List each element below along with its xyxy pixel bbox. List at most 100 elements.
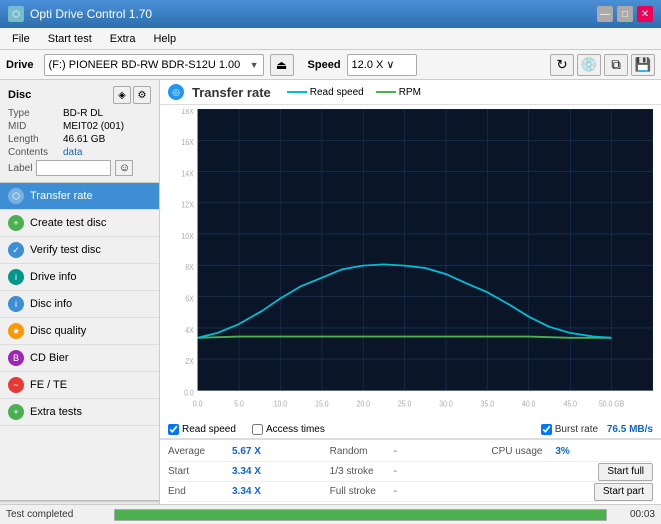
nav-menu: ⬡ Transfer rate + Create test disc ✓ Ver… (0, 183, 159, 500)
start-full-button[interactable]: Start full (598, 463, 653, 481)
disc-label-icon-btn[interactable]: ☺ (115, 160, 133, 176)
checkbox-read-speed[interactable]: Read speed (168, 424, 236, 435)
nav-label-cd-bier: CD Bier (30, 352, 69, 364)
stats-row-end: End 3.34 X Full stroke - Start part (168, 482, 653, 502)
nav-item-drive-info[interactable]: i Drive info (0, 264, 159, 291)
toolbar-disc-button[interactable]: 💿 (577, 54, 601, 76)
progress-time: 00:03 (615, 509, 655, 520)
nav-item-transfer-rate[interactable]: ⬡ Transfer rate (0, 183, 159, 210)
menu-start-test[interactable]: Start test (40, 31, 100, 47)
menu-extra[interactable]: Extra (102, 31, 144, 47)
main-layout: Disc ◈ ⚙ Type BD-R DL MID MEIT02 (001) L… (0, 80, 661, 524)
nav-item-create-test-disc[interactable]: + Create test disc (0, 210, 159, 237)
progress-bar-fill (115, 510, 606, 520)
stat-start-part-item: Start part (491, 483, 653, 501)
eject-button[interactable]: ⏏ (270, 54, 294, 76)
disc-type-value: BD-R DL (63, 108, 103, 119)
disc-type-row: Type BD-R DL (8, 108, 151, 119)
minimize-button[interactable]: — (597, 6, 613, 22)
checkbox-access-times-label: Access times (266, 424, 325, 435)
progress-bar-container (114, 509, 607, 521)
disc-label-input[interactable] (36, 160, 111, 176)
nav-icon-cd-bier: B (8, 350, 24, 366)
nav-label-verify-test-disc: Verify test disc (30, 244, 101, 256)
x-label-0: 0.0 (193, 399, 203, 409)
disc-icon-btn-2[interactable]: ⚙ (133, 86, 151, 104)
nav-item-disc-info[interactable]: i Disc info (0, 291, 159, 318)
speed-dropdown[interactable]: 12.0 X ∨ (347, 54, 417, 76)
chart-area: ◎ Transfer rate Read speed RPM (160, 80, 661, 524)
stat-full-stroke: Full stroke - (330, 486, 492, 497)
stat-full-stroke-label: Full stroke (330, 486, 390, 497)
nav-label-create-test-disc: Create test disc (30, 217, 106, 229)
sidebar: Disc ◈ ⚙ Type BD-R DL MID MEIT02 (001) L… (0, 80, 160, 524)
stat-end-label: End (168, 486, 228, 497)
speed-label: Speed (308, 59, 341, 71)
x-label-20: 20.0 (357, 399, 371, 409)
drive-dropdown[interactable]: (F:) PIONEER BD-RW BDR-S12U 1.00 ▼ (44, 54, 264, 76)
nav-icon-fe-te: ~ (8, 377, 24, 393)
nav-item-cd-bier[interactable]: B CD Bier (0, 345, 159, 372)
stat-random-label: Random (330, 446, 390, 457)
stat-average-value: 5.67 X (232, 446, 261, 457)
disc-contents-row: Contents data (8, 147, 151, 158)
nav-icon-disc-quality: ★ (8, 323, 24, 339)
menu-bar: File Start test Extra Help (0, 28, 661, 50)
y-label-4x: 4X (185, 325, 194, 335)
nav-icon-verify-test-disc: ✓ (8, 242, 24, 258)
nav-icon-extra-tests: + (8, 404, 24, 420)
disc-type-label: Type (8, 108, 63, 119)
disc-mid-row: MID MEIT02 (001) (8, 121, 151, 132)
y-label-0: 0.0 (184, 388, 194, 398)
x-label-10: 10.0 (274, 399, 288, 409)
chart-title: Transfer rate (192, 85, 271, 100)
nav-label-disc-info: Disc info (30, 298, 72, 310)
stat-stroke-1-3-label: 1/3 stroke (330, 466, 390, 477)
toolbar-copy-button[interactable]: ⧉ (604, 54, 628, 76)
menu-file[interactable]: File (4, 31, 38, 47)
disc-contents-value: data (63, 147, 82, 158)
x-label-15: 15.0 (315, 399, 329, 409)
stat-start-full-item: Start full (491, 463, 653, 481)
x-label-5: 5.0 (234, 399, 244, 409)
checkbox-read-speed-input[interactable] (168, 424, 179, 435)
checkbox-access-times[interactable]: Access times (252, 424, 325, 435)
drive-value: (F:) PIONEER BD-RW BDR-S12U 1.00 (49, 59, 241, 71)
nav-item-disc-quality[interactable]: ★ Disc quality (0, 318, 159, 345)
stat-full-stroke-value: - (394, 486, 397, 497)
disc-mid-value: MEIT02 (001) (63, 121, 124, 132)
start-part-button[interactable]: Start part (594, 483, 653, 501)
y-label-12x: 12X (181, 200, 194, 210)
maximize-button[interactable]: □ (617, 6, 633, 22)
chart-icon: ◎ (168, 84, 184, 100)
menu-help[interactable]: Help (145, 31, 184, 47)
nav-label-fe-te: FE / TE (30, 379, 67, 391)
nav-item-fe-te[interactable]: ~ FE / TE (0, 372, 159, 399)
chart-svg-container: 18X 16X 14X 12X 10X 8X 6X 4X 2X 0.0 0.0 … (160, 105, 661, 421)
disc-icons: ◈ ⚙ (113, 86, 151, 104)
toolbar-refresh-button[interactable]: ↻ (550, 54, 574, 76)
nav-item-verify-test-disc[interactable]: ✓ Verify test disc (0, 237, 159, 264)
disc-length-label: Length (8, 134, 63, 145)
checkbox-read-speed-label: Read speed (182, 424, 236, 435)
x-label-40: 40.0 (522, 399, 536, 409)
legend-read-speed-label: Read speed (310, 87, 364, 98)
bottom-bar: Test completed 00:03 (0, 504, 661, 524)
disc-panel: Disc ◈ ⚙ Type BD-R DL MID MEIT02 (001) L… (0, 80, 159, 183)
disc-mid-label: MID (8, 121, 63, 132)
speed-value: 12.0 X ∨ (352, 58, 395, 71)
close-button[interactable]: ✕ (637, 6, 653, 22)
nav-icon-drive-info: i (8, 269, 24, 285)
checkbox-burst-rate[interactable]: Burst rate 76.5 MB/s (541, 424, 653, 435)
nav-icon-disc-info: i (8, 296, 24, 312)
disc-icon-btn-1[interactable]: ◈ (113, 86, 131, 104)
title-bar: ⬡ Opti Drive Control 1.70 — □ ✕ (0, 0, 661, 28)
nav-item-extra-tests[interactable]: + Extra tests (0, 399, 159, 426)
toolbar-save-button[interactable]: 💾 (631, 54, 655, 76)
checkbox-access-times-input[interactable] (252, 424, 263, 435)
nav-label-transfer-rate: Transfer rate (30, 190, 93, 202)
stats-row-average: Average 5.67 X Random - CPU usage 3% (168, 442, 653, 462)
checkbox-burst-rate-input[interactable] (541, 424, 552, 435)
stat-average-label: Average (168, 446, 228, 457)
x-label-35: 35.0 (481, 399, 495, 409)
